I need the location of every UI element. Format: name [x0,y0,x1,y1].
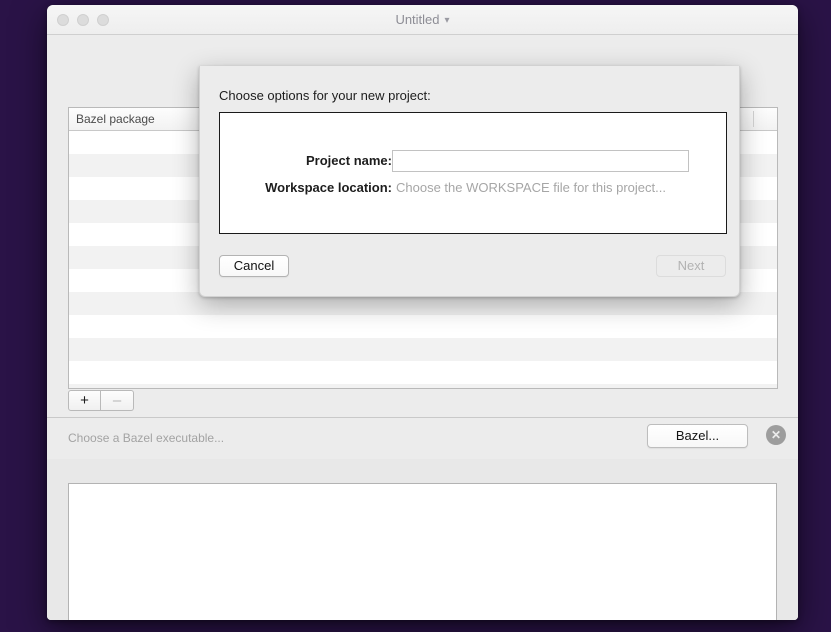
add-package-button[interactable]: + [68,390,101,411]
table-row[interactable] [69,361,777,384]
console-output[interactable] [68,483,777,620]
workspace-location-row[interactable]: Workspace location: Choose the WORKSPACE… [220,177,726,199]
remove-package-button[interactable]: – [101,390,134,411]
row-toolbar: + – [68,390,134,411]
close-circle-icon[interactable]: ✕ [766,425,786,445]
next-button[interactable]: Next [656,255,726,277]
desktop-background: Untitled ▾ Bazel package + – Choose a Ba… [0,0,831,632]
table-row[interactable] [69,315,777,338]
table-row[interactable] [69,384,777,388]
dialog-options-panel: Project name: Workspace location: Choose… [219,112,727,234]
window-title-text: Untitled [395,12,440,27]
choose-bazel-button[interactable]: Bazel... [647,424,748,448]
window-body: Bazel package + – Choose a Bazel executa… [47,35,798,620]
workspace-location-value[interactable]: Choose the WORKSPACE file for this proje… [396,177,666,199]
cancel-button[interactable]: Cancel [219,255,289,277]
table-row[interactable] [69,338,777,361]
column-separator[interactable] [753,111,754,127]
bazel-executable-placeholder: Choose a Bazel executable... [68,431,225,445]
dialog-title: Choose options for your new project: [219,88,431,103]
project-name-row: Project name: [220,150,726,172]
project-name-input[interactable] [392,150,689,172]
column-header-bazel-package[interactable]: Bazel package [69,108,155,130]
application-window: Untitled ▾ Bazel package + – Choose a Ba… [47,5,798,620]
console-pane [47,459,798,620]
window-title[interactable]: Untitled ▾ [47,5,798,35]
workspace-location-label: Workspace location: [265,180,392,195]
new-project-dialog: Choose options for your new project: Pro… [199,66,740,297]
chevron-down-icon[interactable]: ▾ [445,6,450,36]
window-titlebar[interactable]: Untitled ▾ [47,5,798,35]
bazel-executable-row: Choose a Bazel executable... Bazel... ✕ [47,420,798,460]
project-name-label: Project name: [306,153,392,168]
